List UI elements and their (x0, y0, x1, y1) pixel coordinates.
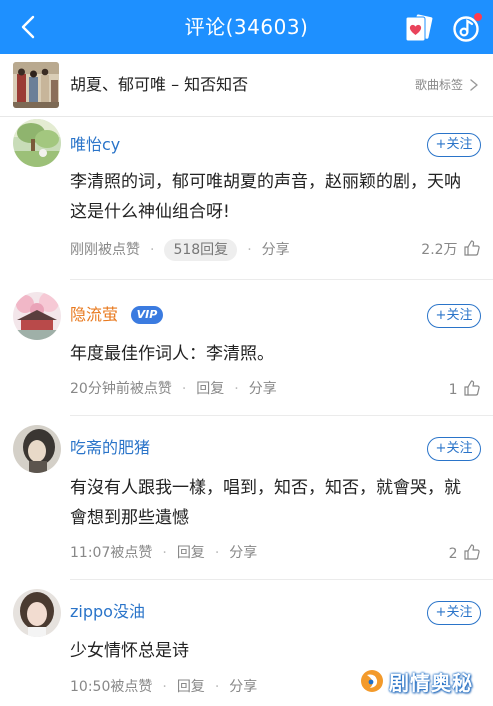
reply-button[interactable]: 回复 (196, 381, 224, 397)
comment-divider (70, 415, 493, 416)
comment-time: 10:50被点赞 (70, 679, 153, 695)
separator-dot: · (214, 545, 220, 561)
comment-meta: 11:07被点赞 · 回复 · 分享 (70, 543, 257, 563)
song-cover-image (13, 62, 59, 108)
follow-button[interactable]: +关注 (427, 304, 481, 328)
top-bar: 评论(34603) (0, 0, 493, 54)
reply-button[interactable]: 518回复 (164, 239, 238, 261)
song-info-bar[interactable]: 胡夏、郁可唯 – 知否知否 歌曲标签 (0, 54, 493, 117)
like-count: 2.2万 (421, 242, 458, 258)
music-note-icon (453, 13, 482, 42)
comment-username[interactable]: 隐流萤 (70, 305, 118, 325)
now-playing-button[interactable] (449, 10, 485, 46)
like-button[interactable]: 2 (449, 543, 481, 564)
share-button[interactable]: 分享 (249, 381, 277, 397)
comment-divider (70, 579, 493, 580)
song-tag-link[interactable]: 歌曲标签 (415, 76, 463, 94)
share-button[interactable]: 分享 (262, 242, 290, 258)
follow-button[interactable]: +关注 (427, 437, 481, 461)
thumbs-up-icon (464, 240, 480, 256)
comment-item: 唯怡cy +关注 李清照的词，郁可唯胡夏的声音，赵丽颖的剧，天呐这是什么神仙组合… (0, 117, 493, 280)
heart-cards-icon (405, 13, 434, 42)
comment-username[interactable]: 吃斋的肥猪 (70, 438, 150, 458)
chevron-right-icon (470, 79, 478, 91)
watermark: 剧情奥秘 (359, 666, 473, 696)
user-avatar[interactable] (13, 292, 61, 340)
like-count: 2 (448, 546, 458, 562)
reply-button[interactable]: 回复 (177, 679, 205, 695)
like-count: 1 (448, 382, 458, 398)
cards-button[interactable] (401, 11, 435, 45)
separator-dot: · (214, 679, 220, 695)
separator-dot: · (150, 242, 155, 258)
comment-item: 吃斋的肥猪 +关注 有沒有人跟我一樣，唱到，知否，知否，就會哭，就會想到那些遺憾… (0, 417, 493, 580)
comment-text: 年度最佳作词人：李清照。 (70, 344, 274, 364)
separator-dot: · (162, 679, 167, 695)
comment-time: 11:07被点赞 (70, 545, 153, 561)
like-button[interactable]: 1 (449, 379, 481, 400)
comment-text: 有沒有人跟我一樣，唱到，知否，知否，就會哭，就會想到那些遺憾 (70, 478, 461, 528)
user-avatar[interactable] (13, 425, 61, 473)
comment-meta: 10:50被点赞 · 回复 · 分享 (70, 677, 257, 697)
thumbs-up-icon (464, 544, 480, 560)
separator-dot: · (162, 545, 167, 561)
comment-username[interactable]: 唯怡cy (70, 135, 120, 155)
separator-dot: · (247, 242, 252, 258)
comment-username[interactable]: zippo没油 (70, 602, 145, 622)
user-avatar[interactable] (13, 589, 61, 637)
thumbs-up-icon (464, 380, 480, 396)
comment-item: 隐流萤 VIP +关注 年度最佳作词人：李清照。 20分钟前被点赞 · 回复 · 分享 … (0, 281, 493, 416)
watermark-logo-icon (361, 670, 383, 692)
follow-button[interactable]: +关注 (427, 601, 481, 625)
comment-text: 李清照的词，郁可唯胡夏的声音，赵丽颖的剧，天呐这是什么神仙组合呀! (70, 172, 461, 222)
separator-dot: · (234, 381, 239, 397)
user-avatar[interactable] (13, 119, 61, 167)
reply-button[interactable]: 回复 (177, 545, 205, 561)
share-button[interactable]: 分享 (229, 545, 257, 561)
share-button[interactable]: 分享 (229, 679, 257, 695)
separator-dot: · (181, 381, 187, 397)
like-button[interactable]: 2.2万 (421, 239, 481, 260)
comment-time: 20分钟前被点赞 (70, 381, 172, 397)
comment-meta: 20分钟前被点赞 · 回复 · 分享 (70, 379, 277, 399)
comment-text: 少女情怀总是诗 (70, 641, 189, 661)
comment-time: 刚刚被点赞 (70, 242, 140, 258)
follow-button[interactable]: +关注 (427, 133, 481, 157)
comment-meta: 刚刚被点赞 · 518回复 · 分享 (70, 239, 290, 261)
vip-badge: VIP (131, 306, 163, 324)
comment-divider (70, 279, 493, 280)
song-title: 胡夏、郁可唯 – 知否知否 (70, 75, 249, 94)
watermark-text: 剧情奥秘 (389, 670, 473, 695)
